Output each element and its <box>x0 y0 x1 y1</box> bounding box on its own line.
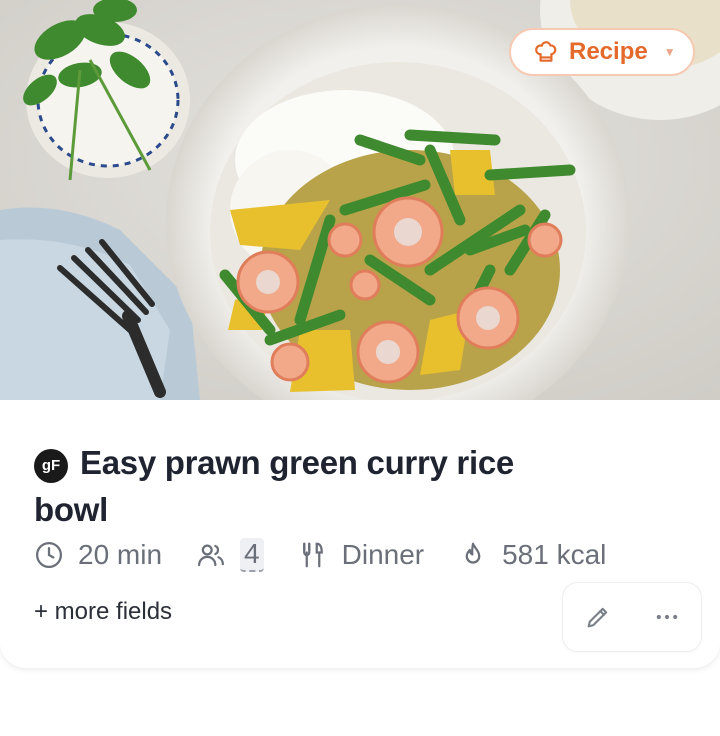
people-icon <box>198 544 225 567</box>
recipe-type-dropdown[interactable]: Recipe ▼ <box>509 28 695 76</box>
prep-time-value: 20 min <box>78 539 163 570</box>
calories-value: 581 kcal <box>502 539 607 570</box>
recipe-card[interactable]: Recipe ▼ gF Easy prawn green curry rice b… <box>0 0 720 668</box>
clock-icon <box>36 542 62 568</box>
ellipsis-icon <box>656 614 677 620</box>
flame-icon <box>465 542 481 564</box>
calories[interactable]: 581 kcal <box>458 539 606 571</box>
fork-knife-icon <box>302 542 323 568</box>
prep-time[interactable]: 20 min <box>34 539 162 571</box>
more-fields-link[interactable]: + more fields <box>34 598 172 626</box>
meal-type[interactable]: Dinner <box>298 539 424 571</box>
servings[interactable]: 4 <box>196 538 264 572</box>
card-actions <box>562 582 702 652</box>
meal-type-value: Dinner <box>341 539 425 570</box>
servings-value[interactable]: 4 <box>240 538 264 572</box>
title-row: gF Easy prawn green curry rice bowl <box>34 440 594 533</box>
chevron-down-icon: ▼ <box>663 45 676 59</box>
edit-button[interactable] <box>578 597 618 637</box>
pencil-icon <box>587 607 607 628</box>
recipe-type-label: Recipe <box>569 38 648 65</box>
more-options-button[interactable] <box>647 597 687 637</box>
chef-hat-icon <box>535 41 557 62</box>
recipe-title[interactable]: Easy prawn green curry rice bowl <box>34 444 514 528</box>
recipe-meta: 20 min 4 Dinner 581 kcal <box>34 538 640 572</box>
source-logo-icon: gF <box>34 448 68 483</box>
recipe-details: gF Easy prawn green curry rice bowl 20 mi… <box>0 400 720 668</box>
